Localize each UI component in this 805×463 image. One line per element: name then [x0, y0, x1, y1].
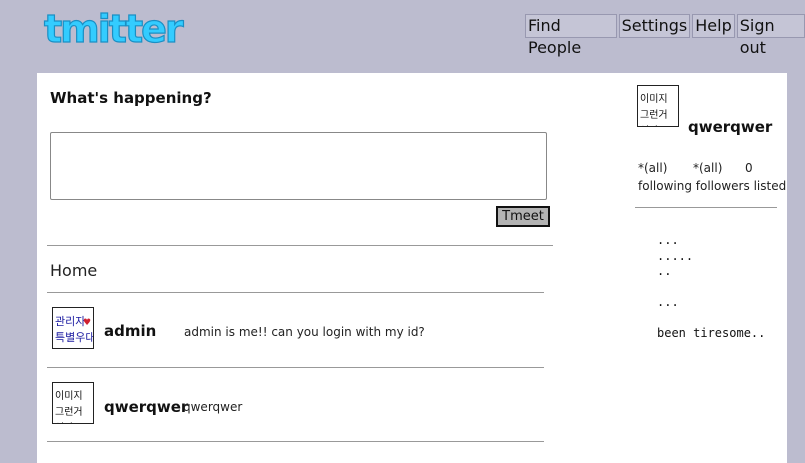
- admin-avatar-icon[interactable]: 관리자 특별우대 ♥: [52, 307, 94, 349]
- bio-line: [657, 311, 765, 327]
- profile-avatar-text: 이미지그런거없다: [640, 93, 668, 126]
- bio-line: [657, 280, 765, 296]
- profile-bio: .......... ... been tiresome..: [657, 233, 765, 342]
- bio-line: been tiresome..: [657, 326, 766, 340]
- followers-label[interactable]: followers: [696, 179, 750, 193]
- tweet-text: admin is me!! can you login with my id?: [184, 325, 425, 339]
- followers-count[interactable]: *(all): [693, 161, 745, 175]
- nav-sign-out[interactable]: Sign out: [736, 14, 805, 57]
- main-panel: What's happening? Tmeet Home 관리자 특별우대 ♥ a…: [37, 73, 787, 463]
- tweet-button[interactable]: Tmeet: [496, 206, 550, 227]
- bio-line: ...: [657, 295, 679, 309]
- svg-text:♥: ♥: [83, 318, 91, 328]
- tweet-item: 관리자 특별우대 ♥ admin admin is me!! can you lo…: [50, 307, 550, 353]
- tweet-item: 이미지그런거없다 qwerqwer qwerqwer: [50, 382, 550, 428]
- nav-help[interactable]: Help: [692, 14, 735, 38]
- nav-find-people[interactable]: Find People: [525, 14, 617, 57]
- divider: [47, 441, 544, 442]
- tweet-input[interactable]: [50, 132, 547, 200]
- profile-avatar-icon[interactable]: 이미지그런거없다: [637, 85, 679, 127]
- tweet-username[interactable]: admin: [104, 322, 156, 340]
- divider: [635, 207, 777, 208]
- bio-line: ..: [657, 264, 672, 278]
- timeline-title: Home: [50, 261, 98, 280]
- bio-line: .....: [657, 248, 694, 263]
- profile-stats: *(all) *(all) 0 following followers listed: [638, 161, 786, 195]
- following-label[interactable]: following: [638, 179, 692, 193]
- bio-line: ...: [657, 233, 679, 247]
- following-count[interactable]: *(all): [638, 161, 693, 175]
- compose-prompt: What's happening?: [50, 89, 212, 107]
- divider: [47, 367, 544, 368]
- tweet-text: qwerqwer: [183, 400, 243, 414]
- nav-settings[interactable]: Settings: [618, 14, 691, 38]
- logo-text: tmitter: [44, 10, 184, 51]
- top-nav: Find People Settings Help Sign out: [525, 14, 805, 57]
- tweet-username[interactable]: qwerqwer: [104, 398, 188, 416]
- tmitter-logo[interactable]: tmitter: [42, 10, 202, 52]
- divider: [47, 245, 553, 246]
- listed-label[interactable]: listed: [754, 179, 787, 193]
- listed-count[interactable]: 0: [745, 161, 753, 175]
- user-avatar-text: 이미지그런거없다: [55, 390, 83, 423]
- profile-username[interactable]: qwerqwer: [688, 118, 772, 136]
- user-avatar-icon[interactable]: 이미지그런거없다: [52, 382, 94, 424]
- divider: [47, 292, 544, 293]
